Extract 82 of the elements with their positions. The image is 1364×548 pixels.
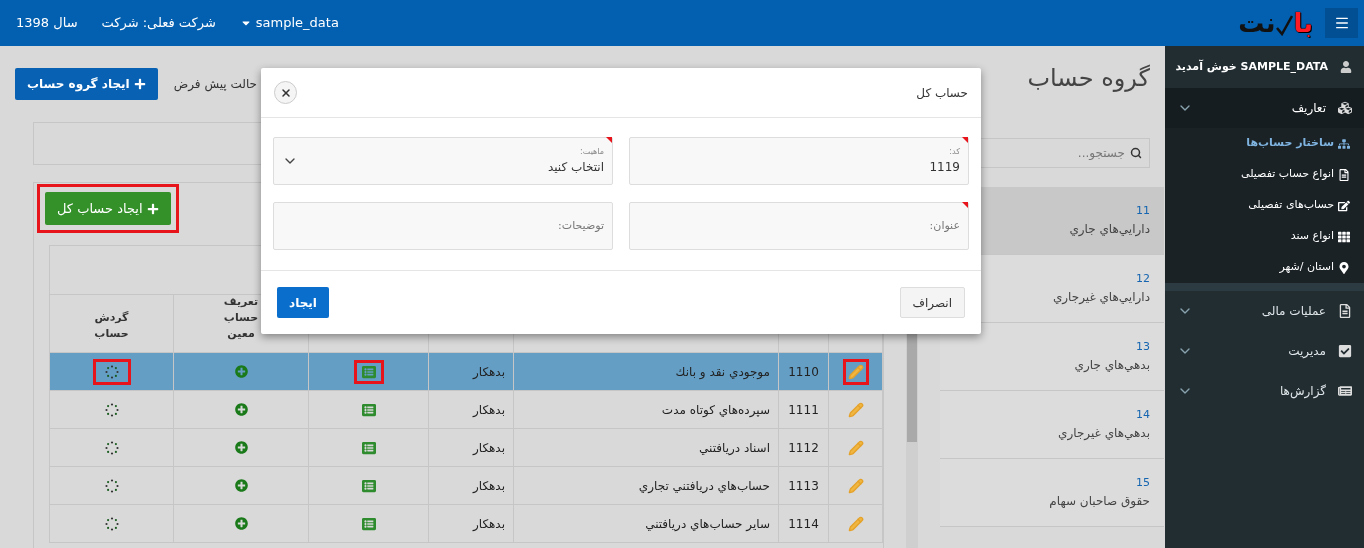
- file-icon: [1338, 304, 1352, 318]
- menu-label: عملیات مالی: [1261, 303, 1326, 320]
- select-field[interactable]: ماهیت: انتخاب کنید: [273, 137, 613, 185]
- plus-icon: [133, 78, 146, 90]
- search-field[interactable]: جستجو...: [980, 138, 1150, 168]
- nature-cell-text: بدهکار: [472, 363, 505, 381]
- create-group-button[interactable]: ایجاد گروه حساب: [15, 68, 158, 100]
- title-cell-text: حساب‌هاي دريافتني تجاري: [638, 477, 770, 495]
- logo: نت با: [1238, 10, 1313, 36]
- spinner-icon[interactable]: [104, 440, 119, 455]
- submenu-item[interactable]: ساختار حساب‌ها: [1165, 128, 1364, 159]
- group-name: دارايي‌هاي غيرجاري: [1052, 288, 1150, 306]
- list-icon[interactable]: [361, 516, 376, 531]
- edit-icon: [1338, 199, 1350, 212]
- group-code: 11: [1136, 203, 1150, 220]
- input-field[interactable]: توضیحات:: [273, 201, 613, 250]
- menu-item[interactable]: تعاریف: [1165, 88, 1364, 128]
- menu-label: مدیریت: [1288, 343, 1326, 360]
- group-code: 14: [1136, 407, 1150, 424]
- file-icon: [1338, 168, 1350, 181]
- close-icon: [279, 86, 292, 99]
- code-cell-text: 1112: [788, 439, 819, 457]
- column-header: گردش حساب: [93, 310, 130, 342]
- news-icon: [1338, 384, 1352, 398]
- reset-text: حالت پیش فرض: [173, 76, 257, 93]
- group-code: 12: [1136, 271, 1150, 288]
- menu-item[interactable]: گزارش‌ها: [1165, 371, 1364, 411]
- code-cell-text: 1111: [788, 401, 819, 419]
- code-cell-text: 1113: [788, 477, 819, 495]
- dialog-title: حساب کل: [916, 84, 968, 102]
- nature-cell-text: بدهکار: [472, 401, 505, 419]
- nature-cell-text: بدهکار: [472, 439, 505, 457]
- spinner-icon[interactable]: [104, 478, 119, 493]
- list-icon[interactable]: [361, 478, 376, 493]
- year-label: سال 1398: [16, 14, 78, 33]
- cubes-icon: [1338, 101, 1352, 115]
- spinner-icon[interactable]: [104, 516, 119, 531]
- pin-icon: [1338, 261, 1350, 274]
- group-name: حقوق صاحبان سهام: [1049, 492, 1150, 510]
- group-name: دارايي‌هاي جاري: [1069, 220, 1150, 238]
- nature-cell-text: بدهکار: [472, 515, 505, 533]
- code-cell-text: 1110: [788, 363, 819, 381]
- list-icon[interactable]: [361, 440, 376, 455]
- sitemap-icon: [1338, 137, 1350, 150]
- create-button[interactable]: ایجاد: [277, 287, 329, 318]
- page-title: گروه حساب: [1027, 63, 1150, 94]
- company-label: شرکت فعلی: شرکت: [101, 14, 216, 33]
- group-name: بدهي‌هاي جاري: [1074, 356, 1150, 374]
- group-code: 15: [1136, 475, 1150, 492]
- title-cell-text: اسناد دريافتني: [699, 439, 770, 457]
- column-header: تعریف حساب معین: [222, 294, 260, 342]
- spinner-icon[interactable]: [104, 402, 119, 417]
- close-button[interactable]: [274, 81, 297, 104]
- submenu-item[interactable]: استان /شهر: [1165, 252, 1364, 283]
- user-icon: [1340, 61, 1352, 73]
- menu-item[interactable]: عملیات مالی: [1165, 291, 1364, 331]
- cancel-button[interactable]: انصراف: [899, 287, 965, 318]
- database-dropdown[interactable]: sample_data: [239, 13, 339, 33]
- nature-cell-text: بدهکار: [472, 477, 505, 495]
- group-name: بدهي‌هاي غيرجاري: [1058, 424, 1150, 442]
- menu-button[interactable]: [1325, 8, 1358, 38]
- input-field[interactable]: عنوان:: [629, 201, 969, 250]
- plus-icon: [146, 202, 159, 215]
- check-icon: [1338, 344, 1352, 358]
- title-cell-text: سپرده‌هاي كوتاه مدت: [661, 401, 770, 419]
- menu-item[interactable]: مدیریت: [1165, 331, 1364, 371]
- menu-icon: [1333, 15, 1350, 31]
- spinner-icon[interactable]: [104, 364, 119, 379]
- group-code: 13: [1136, 339, 1150, 356]
- title-cell-text: ساير حساب‌هاي دريافتني: [645, 515, 770, 533]
- list-icon[interactable]: [361, 402, 376, 417]
- menu-label: تعاریف: [1291, 100, 1326, 117]
- create-account-button[interactable]: ایجاد حساب کل: [45, 192, 171, 225]
- submenu-item[interactable]: حساب‌های تفصیلی: [1165, 190, 1364, 221]
- submenu-item[interactable]: انواع سند: [1165, 221, 1364, 252]
- submenu-item[interactable]: انواع حساب تفصیلی: [1165, 159, 1364, 190]
- search-icon: [1130, 147, 1142, 159]
- title-cell-text: موجودي نقد و بانك: [675, 363, 770, 381]
- welcome-text: SAMPLE_DATA خوش آمدید: [1175, 58, 1328, 75]
- code-cell-text: 1114: [788, 515, 819, 533]
- grid-icon: [1338, 230, 1350, 243]
- menu-label: گزارش‌ها: [1279, 383, 1326, 400]
